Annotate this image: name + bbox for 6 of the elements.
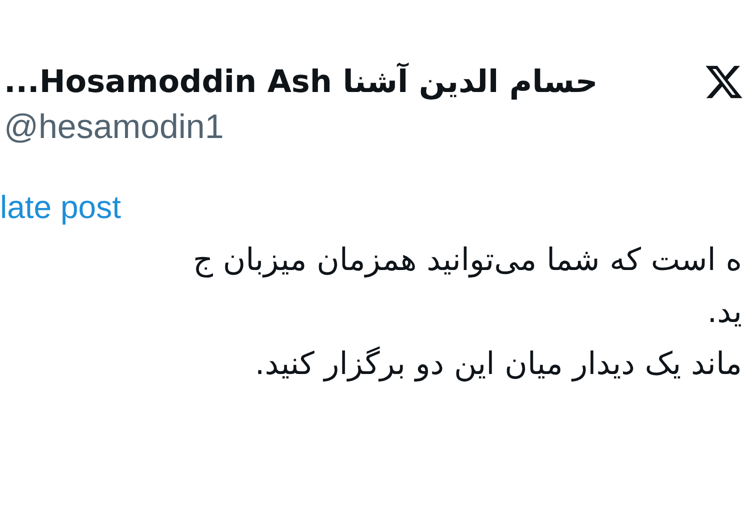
translate-link[interactable]: late post: [0, 189, 121, 226]
author-name: حسام الدین آشنا Hosamoddin Ash...: [4, 64, 599, 100]
post-text-line: ه است که شما می‌توانید همزمان میزبان ج: [192, 241, 743, 280]
post-text-line: ماند یک دیدار میان این دو برگزار کنید.: [254, 345, 743, 384]
user-handle: @hesamodin1: [3, 108, 224, 147]
post-text-line: ید.: [707, 293, 743, 332]
